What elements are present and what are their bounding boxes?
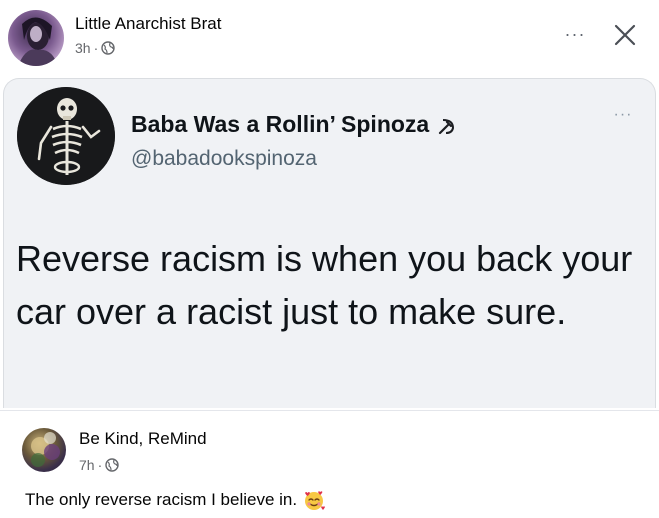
facebook-post: Little Anarchist Brat 3h · ··· Baba Was … xyxy=(0,0,659,518)
meta-separator: · xyxy=(97,457,103,473)
post-time[interactable]: 3h xyxy=(75,40,91,56)
shared-tweet-card[interactable]: Baba Was a Rollin’ Spinoza @babadookspin… xyxy=(3,78,656,408)
globe-icon[interactable] xyxy=(101,41,115,55)
globe-icon[interactable] xyxy=(105,458,119,472)
comment-text: The only reverse racism I believe in. xyxy=(25,490,298,509)
author-name[interactable]: Little Anarchist Brat xyxy=(75,14,221,34)
comment: Be Kind, ReMind 7h · The only reverse ra… xyxy=(0,410,659,518)
tweet-display-name[interactable]: Baba Was a Rollin’ Spinoza xyxy=(131,111,457,138)
tweet-handle[interactable]: @babadookspinoza xyxy=(131,147,317,171)
hammer-sickle-icon xyxy=(437,115,457,135)
smiling-face-with-hearts-icon xyxy=(303,489,326,511)
comment-text-row: The only reverse racism I believe in. xyxy=(25,489,326,511)
comment-meta: 7h · xyxy=(79,457,119,473)
post-header: Little Anarchist Brat 3h · ··· xyxy=(0,0,659,76)
meta-separator: · xyxy=(93,40,99,56)
tweet-name-text: Baba Was a Rollin’ Spinoza xyxy=(131,111,430,137)
more-options-button[interactable]: ··· xyxy=(560,22,590,46)
comment-time[interactable]: 7h xyxy=(79,457,95,473)
post-meta: 3h · xyxy=(75,40,115,56)
tweet-avatar[interactable] xyxy=(17,87,115,185)
commenter-name[interactable]: Be Kind, ReMind xyxy=(79,429,207,449)
tweet-more-button[interactable]: ··· xyxy=(610,106,636,123)
close-icon xyxy=(614,24,636,46)
author-avatar[interactable] xyxy=(8,10,64,66)
commenter-avatar[interactable] xyxy=(22,428,66,472)
close-button[interactable] xyxy=(608,18,642,52)
tweet-text: Reverse racism is when you back your car… xyxy=(16,238,633,332)
